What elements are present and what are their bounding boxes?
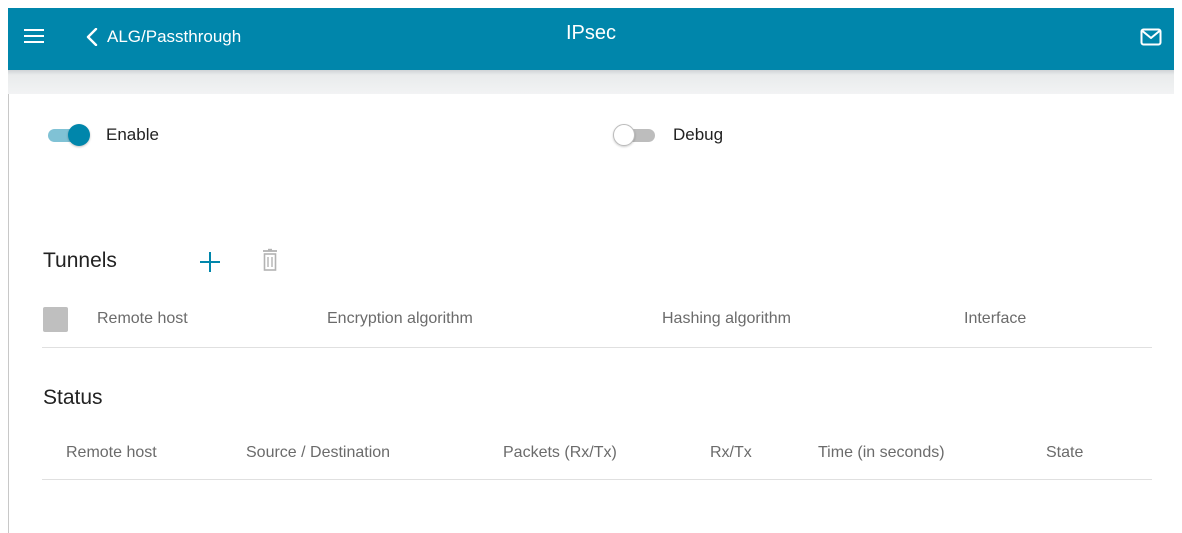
- tunnels-col-remote-host: Remote host: [97, 310, 188, 327]
- enable-label: Enable: [106, 125, 159, 144]
- back-link[interactable]: ALG/Passthrough: [86, 22, 241, 52]
- status-divider: [42, 479, 1152, 480]
- status-col-rxtx: Rx/Tx: [710, 444, 752, 461]
- back-link-label: ALG/Passthrough: [107, 27, 242, 46]
- status-title: Status: [43, 386, 103, 409]
- top-bar: ALG/Passthrough IPsec: [8, 8, 1174, 70]
- debug-label: Debug: [673, 125, 724, 144]
- status-col-source-destination: Source / Destination: [246, 444, 391, 461]
- status-col-packets: Packets (Rx/Tx): [503, 444, 617, 461]
- content-left-border: [8, 94, 9, 533]
- trash-icon[interactable]: [261, 248, 279, 277]
- tunnels-col-interface: Interface: [964, 310, 1027, 327]
- header-shadow: [8, 70, 1174, 94]
- tunnels-col-encryption: Encryption algorithm: [327, 310, 473, 327]
- enable-toggle-row[interactable]: Enable: [46, 122, 159, 148]
- debug-toggle[interactable]: [613, 124, 657, 146]
- app-frame: ALG/Passthrough IPsec Enable Debug Tunne…: [8, 8, 1174, 533]
- tunnels-title: Tunnels: [43, 249, 117, 272]
- status-col-state: State: [1046, 444, 1084, 461]
- enable-toggle[interactable]: [46, 124, 90, 146]
- debug-toggle-row[interactable]: Debug: [613, 122, 723, 148]
- envelope-icon[interactable]: [1140, 28, 1162, 51]
- tunnels-divider: [42, 347, 1152, 348]
- plus-icon[interactable]: [198, 250, 222, 279]
- status-col-remote-host: Remote host: [66, 444, 157, 461]
- status-col-time: Time (in seconds): [818, 444, 945, 461]
- tunnels-col-hashing: Hashing algorithm: [662, 310, 791, 327]
- hamburger-menu-icon[interactable]: [24, 27, 50, 51]
- chevron-left-icon: [86, 28, 98, 46]
- select-all-checkbox[interactable]: [43, 307, 68, 332]
